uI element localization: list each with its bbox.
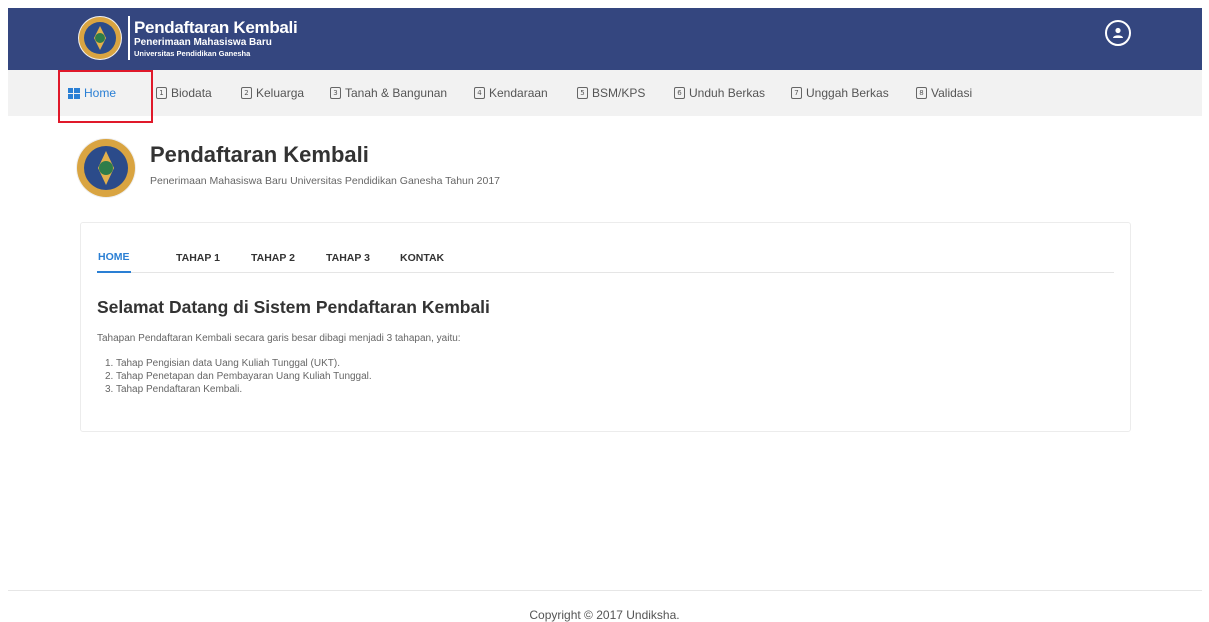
- nav-item-tanah-bangunan[interactable]: 3 Tanah & Bangunan: [330, 70, 447, 116]
- nav-item-label: BSM/KPS: [592, 86, 646, 100]
- step-8-icon: 8: [916, 87, 927, 99]
- page-subtitle: Penerimaan Mahasiswa Baru Universitas Pe…: [150, 175, 501, 187]
- steps-list: 1. Tahap Pengisian data Uang Kuliah Tung…: [105, 357, 372, 396]
- nav-item-label: Biodata: [171, 86, 212, 100]
- nav-item-unduh-berkas[interactable]: 6 Unduh Berkas: [674, 70, 765, 116]
- brand-university: Universitas Pendidikan Ganesha: [134, 48, 251, 58]
- page-title: Pendaftaran Kembali: [150, 142, 369, 167]
- nav-item-label: Tanah & Bangunan: [345, 86, 448, 100]
- nav-item-unggah-berkas[interactable]: 7 Unggah Berkas: [791, 70, 889, 116]
- tab-home[interactable]: HOME: [97, 243, 131, 273]
- nav-item-home[interactable]: Home: [68, 70, 116, 116]
- step-5-icon: 5: [577, 87, 588, 99]
- tab-tahap-2[interactable]: TAHAP 2: [251, 243, 295, 273]
- step-7-icon: 7: [791, 87, 802, 99]
- list-item: 3. Tahap Pendaftaran Kembali.: [105, 384, 243, 395]
- brand-subtitle: Penerimaan Mahasiswa Baru: [134, 36, 272, 48]
- list-item: 1. Tahap Pengisian data Uang Kuliah Tung…: [105, 358, 340, 369]
- tab-tahap-1[interactable]: TAHAP 1: [176, 243, 220, 273]
- nav-item-bsm-kps[interactable]: 5 BSM/KPS: [577, 70, 645, 116]
- tab-kontak[interactable]: KONTAK: [400, 243, 444, 273]
- university-logo-icon: [76, 138, 136, 198]
- tab-bar: HOME TAHAP 1 TAHAP 2 TAHAP 3 KONTAK: [97, 243, 1114, 273]
- step-4-icon: 4: [474, 87, 485, 99]
- step-3-icon: 3: [330, 87, 341, 99]
- content-card: HOME TAHAP 1 TAHAP 2 TAHAP 3 KONTAK Sela…: [80, 222, 1131, 432]
- list-item: 2. Tahap Penetapan dan Pembayaran Uang K…: [105, 371, 372, 382]
- tab-tahap-3[interactable]: TAHAP 3: [326, 243, 370, 273]
- intro-text: Tahapan Pendaftaran Kembali secara garis…: [97, 333, 461, 344]
- nav-item-label: Home: [84, 86, 117, 100]
- user-icon: [1113, 27, 1123, 38]
- brand-divider: [128, 16, 130, 60]
- footer-divider: [8, 590, 1202, 591]
- nav-item-validasi[interactable]: 8 Validasi: [916, 70, 972, 116]
- nav-item-biodata[interactable]: 1 Biodata: [156, 70, 212, 116]
- step-1-icon: 1: [156, 87, 167, 99]
- copyright-text: Copyright © 2017 Undiksha.: [529, 608, 680, 622]
- university-logo-icon: [78, 16, 122, 60]
- nav-item-label: Keluarga: [256, 86, 305, 100]
- brand-text: Pendaftaran Kembali Penerimaan Mahasiswa…: [134, 17, 298, 58]
- step-6-icon: 6: [674, 87, 685, 99]
- nav-item-label: Validasi: [931, 86, 973, 100]
- top-header: Pendaftaran Kembali Penerimaan Mahasiswa…: [0, 0, 1209, 70]
- brand-title: Pendaftaran Kembali: [134, 17, 298, 37]
- brand[interactable]: Pendaftaran Kembali Penerimaan Mahasiswa…: [78, 10, 298, 66]
- user-account-button[interactable]: [1105, 20, 1131, 46]
- step-2-icon: 2: [241, 87, 252, 99]
- welcome-heading: Selamat Datang di Sistem Pendaftaran Kem…: [97, 297, 490, 317]
- nav-item-label: Kendaraan: [489, 86, 548, 100]
- main-nav: Home 1 Biodata 2 Keluarga 3 Tanah & Bang…: [8, 70, 1202, 116]
- nav-item-label: Unduh Berkas: [689, 86, 766, 100]
- header-bar: Pendaftaran Kembali Penerimaan Mahasiswa…: [8, 8, 1202, 70]
- home-icon: [68, 87, 80, 99]
- nav-item-keluarga[interactable]: 2 Keluarga: [241, 70, 304, 116]
- nav-item-label: Unggah Berkas: [806, 86, 889, 100]
- nav-item-kendaraan[interactable]: 4 Kendaraan: [474, 70, 548, 116]
